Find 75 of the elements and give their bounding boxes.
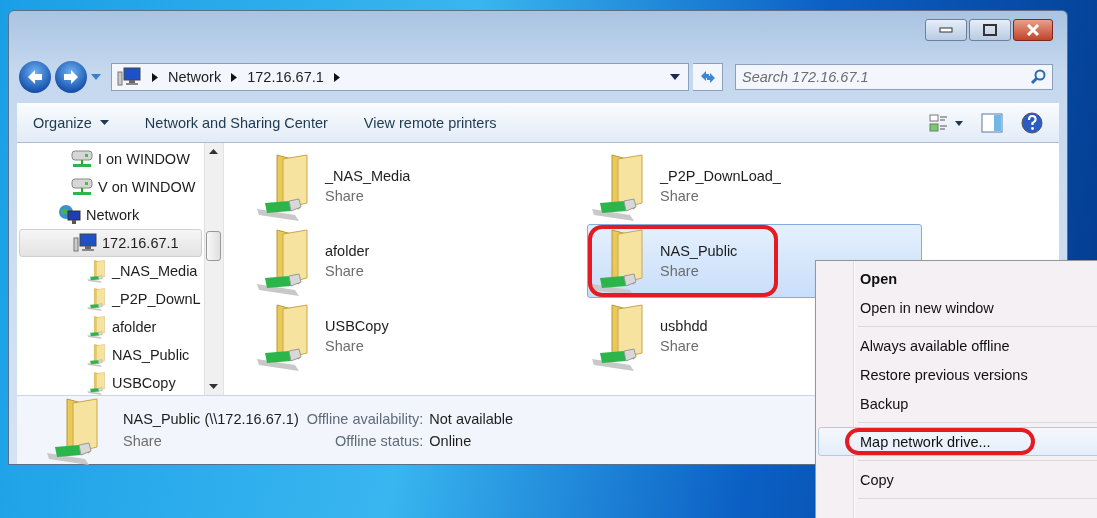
share-item[interactable]: _P2P_DownLoad_ Share	[587, 149, 922, 223]
tree-item[interactable]: afolder	[19, 313, 202, 341]
menu-item[interactable]: Copy	[818, 465, 1097, 494]
forward-arrow-icon	[62, 69, 80, 85]
details-value: Not available	[429, 411, 514, 427]
dropdown-icon[interactable]	[670, 74, 680, 80]
tree-item[interactable]: _NAS_Media	[19, 257, 202, 285]
tree-item[interactable]: NAS_Public	[19, 341, 202, 369]
toolbar-button[interactable]: Organize	[33, 112, 109, 133]
forward-button[interactable]	[55, 61, 87, 93]
network-globe-icon	[58, 204, 82, 226]
refresh-button[interactable]	[693, 63, 723, 91]
tree-item[interactable]: USBCopy	[19, 369, 202, 395]
details-label: Offline availability:	[306, 411, 424, 427]
network-drive-icon	[70, 177, 94, 197]
share-name: NAS_Public	[660, 243, 738, 259]
view-options-icon[interactable]	[929, 113, 963, 132]
share-name: usbhdd	[660, 318, 708, 334]
share-name: _P2P_DownLoad_	[660, 168, 781, 184]
chevron-icon	[333, 72, 340, 82]
breadcrumb[interactable]: 172.16.67.1	[247, 69, 324, 85]
close-icon	[1026, 24, 1040, 36]
tree-item[interactable]: _P2P_DownL	[19, 285, 202, 313]
menu-item[interactable]: Always available offline	[818, 331, 1097, 360]
scrollbar[interactable]	[204, 143, 223, 395]
minimize-icon	[939, 27, 953, 33]
details-label: Offline status:	[333, 433, 424, 449]
scroll-down-icon[interactable]	[209, 384, 218, 389]
network-folder-icon	[86, 259, 108, 283]
network-folder-icon	[86, 343, 108, 367]
share-name: USBCopy	[325, 318, 389, 334]
close-button[interactable]	[1013, 19, 1053, 41]
share-item[interactable]: afolder Share	[252, 224, 587, 298]
tree-item[interactable]: I on WINDOW	[19, 145, 202, 173]
details-value: Online	[429, 433, 473, 449]
chevron-icon	[231, 72, 238, 82]
network-folder-icon	[86, 315, 108, 339]
computer-icon	[72, 233, 98, 253]
search-field[interactable]: Search 172.16.67.1	[735, 64, 1053, 90]
toolbar-button[interactable]: Network and Sharing Center	[144, 112, 328, 133]
search-icon	[1030, 69, 1046, 85]
share-name: afolder	[325, 243, 370, 259]
details-title: NAS_Public (\\172.16.67.1)	[123, 411, 299, 427]
tree-item[interactable]: 172.16.67.1	[19, 229, 202, 257]
network-folder-icon	[86, 287, 108, 311]
back-arrow-icon	[26, 69, 44, 85]
address-bar[interactable]: Network 172.16.67.1	[111, 63, 689, 91]
share-item[interactable]: USBCopy Share	[252, 299, 587, 373]
tree-item[interactable]: Network	[19, 201, 202, 229]
chevron-icon	[152, 72, 158, 82]
menu-item[interactable]: Restore previous versions	[818, 360, 1097, 389]
minimize-button[interactable]	[925, 19, 967, 41]
computer-icon	[116, 67, 142, 87]
back-button[interactable]	[19, 61, 51, 93]
menu-item[interactable]: Backup	[818, 389, 1097, 418]
help-icon[interactable]	[1021, 111, 1043, 134]
share-type: Share	[660, 263, 700, 279]
maximize-button[interactable]	[969, 19, 1011, 41]
breadcrumb[interactable]: Network	[168, 69, 222, 85]
share-type: Share	[325, 188, 365, 204]
share-item[interactable]: _NAS_Media Share	[252, 149, 587, 223]
scroll-up-icon[interactable]	[209, 149, 218, 154]
toolbar-button[interactable]: View remote printers	[363, 112, 497, 133]
history-dropdown-icon[interactable]	[91, 74, 101, 80]
scrollbar-thumb[interactable]	[206, 231, 221, 261]
tree-item[interactable]: V on WINDOW	[19, 173, 202, 201]
network-drive-icon	[70, 149, 94, 169]
details-type: Share	[123, 433, 163, 449]
share-name: _NAS_Media	[325, 168, 411, 184]
share-type: Share	[660, 188, 700, 204]
share-type: Share	[325, 338, 365, 354]
share-type: Share	[660, 338, 700, 354]
menu-item[interactable]: Map network drive...	[818, 427, 1097, 456]
restore-icon	[983, 24, 997, 36]
share-type: Share	[325, 263, 365, 279]
